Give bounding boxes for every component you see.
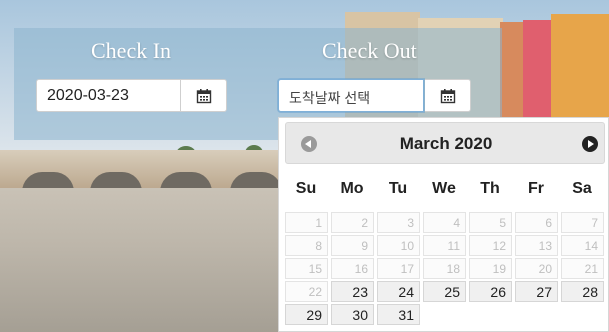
calendar-day-disabled: 17	[377, 258, 420, 279]
check-in-input[interactable]: 2020-03-23	[36, 79, 181, 112]
calendar-day-disabled: 1	[285, 212, 328, 233]
calendar-day-disabled: 16	[331, 258, 374, 279]
calendar-day-disabled: 6	[515, 212, 558, 233]
check-out-calendar-button[interactable]	[425, 79, 471, 112]
calendar-day[interactable]: 29	[285, 304, 328, 325]
next-month-icon[interactable]	[582, 136, 598, 152]
calendar-day-disabled: 9	[331, 235, 374, 256]
calendar-day-disabled: 21	[561, 258, 604, 279]
calendar-day-disabled: 22	[285, 281, 328, 302]
check-in-label: Check In	[91, 38, 172, 63]
month-title: March 2020	[399, 134, 493, 153]
calendar-day-disabled: 11	[423, 235, 466, 256]
calendar-day-disabled: 8	[285, 235, 328, 256]
weekday-monday: Mo	[340, 180, 364, 197]
calendar-day-disabled: 19	[469, 258, 512, 279]
check-out-input[interactable]: 도착날짜 선택	[278, 79, 424, 112]
datepicker-popup: March 2020 Su Mo Tu We Th Fr Sa 12345678…	[278, 117, 609, 332]
calendar-day[interactable]: 24	[377, 281, 420, 302]
calendar-day[interactable]: 23	[331, 281, 374, 302]
check-in-calendar-button[interactable]	[181, 79, 227, 112]
weekday-thursday: Th	[480, 180, 500, 197]
calendar-day-disabled: 3	[377, 212, 420, 233]
weekday-tuesday: Tu	[388, 180, 408, 197]
calendar-day[interactable]: 26	[469, 281, 512, 302]
calendar-day-disabled: 20	[515, 258, 558, 279]
weekday-friday: Fr	[528, 180, 544, 197]
calendar-icon	[196, 88, 211, 103]
calendar-day[interactable]: 28	[561, 281, 604, 302]
calendar-day-disabled: 7	[561, 212, 604, 233]
calendar-day-disabled: 13	[515, 235, 558, 256]
datepicker-header: March 2020	[285, 122, 605, 164]
calendar-day-disabled: 10	[377, 235, 420, 256]
calendar-day-disabled: 2	[331, 212, 374, 233]
calendar-day-disabled: 4	[423, 212, 466, 233]
calendar-day-disabled: 18	[423, 258, 466, 279]
weekday-wednesday: We	[432, 180, 456, 197]
calendar-day[interactable]: 27	[515, 281, 558, 302]
calendar-day[interactable]: 31	[377, 304, 420, 325]
calendar-icon	[440, 88, 455, 103]
calendar-day[interactable]: 30	[331, 304, 374, 325]
calendar-day[interactable]: 25	[423, 281, 466, 302]
calendar-day-disabled: 15	[285, 258, 328, 279]
calendar-day-disabled: 12	[469, 235, 512, 256]
check-out-label: Check Out	[322, 38, 417, 63]
calendar-day-disabled: 5	[469, 212, 512, 233]
weekday-saturday: Sa	[572, 180, 592, 197]
calendar-day-disabled: 14	[561, 235, 604, 256]
weekday-sunday: Su	[295, 180, 317, 197]
